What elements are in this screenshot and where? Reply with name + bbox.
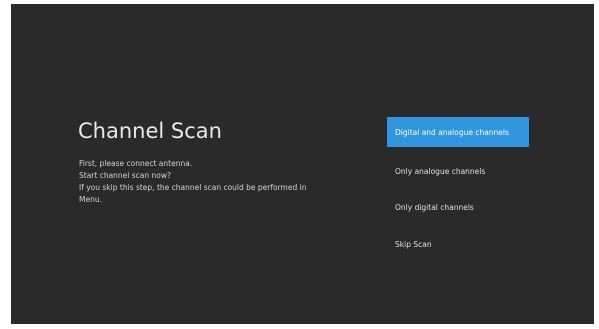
option-skip-scan[interactable]: Skip Scan (387, 229, 529, 259)
instructions: First, please connect antenna. Start cha… (79, 158, 339, 206)
instruction-line-menu: Menu. (79, 195, 102, 204)
tv-screen: Channel Scan First, please connect anten… (11, 4, 594, 324)
option-label: Digital and analogue channels (395, 127, 509, 137)
instruction-line-start: Start channel scan now? (79, 171, 171, 180)
page-title: Channel Scan (78, 119, 222, 143)
instruction-line-connect: First, please connect antenna. (79, 159, 193, 168)
instruction-line-skip: If you skip this step, the channel scan … (79, 183, 307, 192)
option-label: Only analogue channels (395, 166, 486, 176)
option-label: Only digital channels (395, 202, 474, 212)
option-only-analogue-channels[interactable]: Only analogue channels (387, 156, 529, 186)
option-digital-and-analogue-channels[interactable]: Digital and analogue channels (387, 117, 529, 147)
option-label: Skip Scan (395, 239, 432, 249)
option-only-digital-channels[interactable]: Only digital channels (387, 192, 529, 222)
